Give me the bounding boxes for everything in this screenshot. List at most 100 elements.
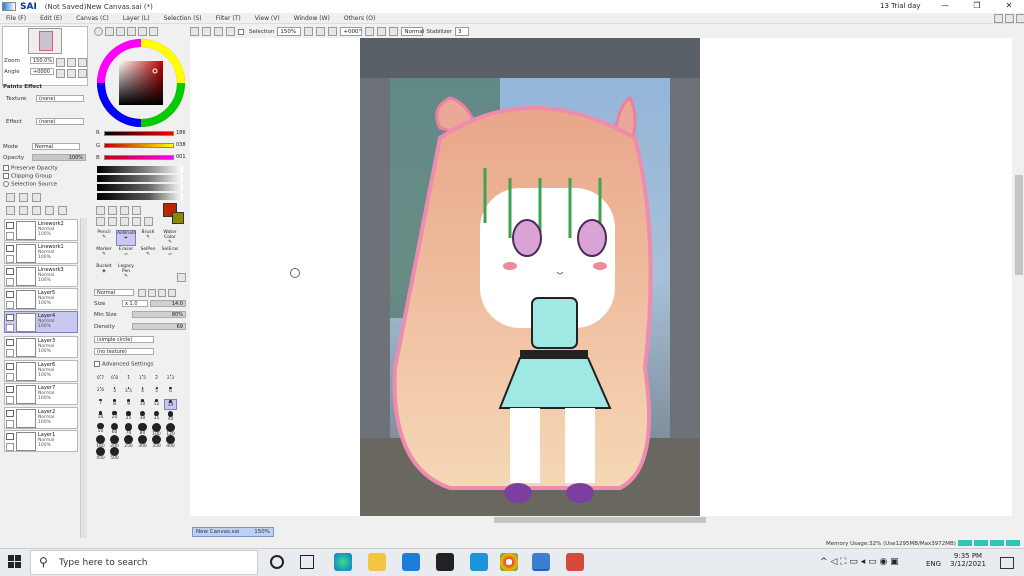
brush-size-preset[interactable]: 2.3 [164,375,177,386]
menu-window[interactable]: Window (W) [294,15,330,22]
nav-rotate-left-icon[interactable] [56,69,65,78]
bucket-tool[interactable]: Bucket ◈ [94,264,114,280]
lock-icon[interactable] [6,420,14,428]
app-icon[interactable] [470,553,488,571]
brush-size-preset[interactable]: 1.5 [136,375,149,386]
mail-icon[interactable] [402,553,420,571]
brush-size-preset[interactable]: 40 [164,411,177,422]
layer-opacity-slider[interactable]: 100% [32,154,86,161]
view-mode-field[interactable]: Normal [401,27,424,36]
brush-size-preset[interactable]: 70 [122,423,135,436]
menu-canvas[interactable]: Canvas (C) [76,15,109,22]
rotation-field[interactable]: +000° [340,27,363,36]
menu-view[interactable]: View (V) [255,15,280,22]
visibility-icon[interactable] [6,339,14,346]
menu-layer[interactable]: Layer (L) [123,15,150,22]
paint-tool-sai-icon[interactable] [532,553,550,571]
eyedropper-icon[interactable] [132,206,141,215]
selection-source-checkbox[interactable] [3,181,9,187]
menu-others[interactable]: Others (O) [344,15,375,22]
stabilizer-field[interactable]: 3 [455,27,469,36]
lock-icon[interactable] [6,232,14,240]
edge-softer-icon[interactable] [168,289,176,297]
b-slider[interactable] [104,155,174,160]
pdf-app-icon[interactable] [566,553,584,571]
canvas-h-scrollbar[interactable] [494,517,706,523]
nav-angle-field[interactable]: +0000 [30,68,54,75]
brush-size-preset[interactable]: 60 [108,423,121,435]
visibility-icon[interactable] [6,291,14,298]
brush-size-preset[interactable]: 0.8 [108,375,121,386]
brush-tool[interactable]: Brush ✎ [138,230,158,246]
visibility-icon[interactable] [6,314,14,321]
layer-item[interactable]: Layer1 Normal 100% [4,430,78,452]
brush-size-preset[interactable]: 12 [150,399,163,410]
nav-rotate-right-icon[interactable] [67,69,76,78]
menu-edit[interactable]: Edit (E) [40,15,62,22]
preserve-opacity-option[interactable]: Preserve Opacity [3,165,58,172]
brush-size-preset[interactable]: 2 [150,375,163,386]
start-button[interactable] [8,555,21,568]
close-button[interactable]: ✕ [994,0,1024,13]
taskbar-search[interactable]: ⚲ Type here to search [30,550,258,575]
visibility-icon[interactable] [6,410,14,417]
brush-size-preset[interactable]: 8 [108,399,121,410]
brush-size-preset[interactable]: 2.6 [94,387,107,398]
clear-layer-icon[interactable] [32,206,41,215]
layer-item[interactable]: Layer7 Normal 100% [4,383,78,405]
menu-file[interactable]: File (F) [6,15,26,22]
brush-size-preset[interactable]: 400 [164,435,177,449]
selpen-tool[interactable]: SelPen ✎ [138,247,158,263]
nav-reset-icon[interactable] [78,58,87,67]
visibility-icon[interactable] [6,268,14,275]
cortana-icon[interactable] [270,555,284,569]
edge-soft-icon[interactable] [158,289,166,297]
store-icon[interactable] [436,553,454,571]
airbrush-tool[interactable]: AirBrush ✒ [116,230,136,246]
color-history[interactable] [97,166,183,202]
zoom-out-icon[interactable] [304,27,314,36]
edge-browser-icon[interactable] [334,553,352,571]
clipping-group-option[interactable]: Clipping Group [3,173,52,180]
brush-size-preset[interactable]: 450 [94,447,107,461]
visibility-icon[interactable] [6,363,14,370]
layer-item[interactable]: Layer5 Normal 100% [4,288,78,310]
brush-size-preset[interactable]: 250 [122,435,135,449]
language-indicator[interactable]: ENG [926,560,941,568]
swatch-mode-icon[interactable] [138,27,147,36]
size-multiplier[interactable]: x 1.0 [122,300,148,307]
clipping-group-checkbox[interactable] [3,173,9,179]
brush-texture-select[interactable]: (no texture) [94,348,154,355]
redo-icon[interactable] [202,27,211,36]
minimize-button[interactable]: — [930,0,960,13]
marker-tool[interactable]: Marker ✎ [94,247,114,263]
selection-checkbox[interactable] [238,28,244,35]
advanced-settings-toggle[interactable]: Advanced Settings [94,361,153,368]
rotate-tool-icon[interactable] [120,217,129,226]
zoom-tool-icon[interactable] [108,217,117,226]
effect-select[interactable]: (none) [36,118,84,125]
deselect-icon[interactable] [214,27,223,36]
menu-filter[interactable]: Filter (T) [216,15,241,22]
rotate-reset-icon[interactable] [389,27,399,36]
brush-lock-icon[interactable] [6,324,14,332]
visibility-icon[interactable] [6,245,14,252]
density-slider[interactable]: 69 [132,323,186,330]
lasso-select-icon[interactable] [108,206,117,215]
rotate-right-icon[interactable] [377,27,387,36]
g-value[interactable]: 038 [176,142,186,148]
layer-item[interactable]: Linework3 Normal 100% [4,265,78,287]
transfer-layer-icon[interactable] [58,206,67,215]
layer-item[interactable]: Layer6 Normal 100% [4,360,78,382]
canvas-v-scrollbar-track[interactable] [1014,38,1024,516]
eraser-tool[interactable]: Eraser ▱ [116,247,136,263]
color-wheel-mode-icon[interactable] [94,27,103,36]
layer-item[interactable]: Layer2 Normal 100% [4,407,78,429]
doc-close-button[interactable] [1016,14,1024,23]
doc-minimize-button[interactable] [994,14,1003,23]
brush-size-preset[interactable]: 25 [122,411,135,422]
doc-restore-button[interactable] [1005,14,1014,23]
r-value[interactable]: 186 [176,130,186,136]
lock-icon[interactable] [6,396,14,404]
zoom-field[interactable]: 150% [277,27,302,36]
